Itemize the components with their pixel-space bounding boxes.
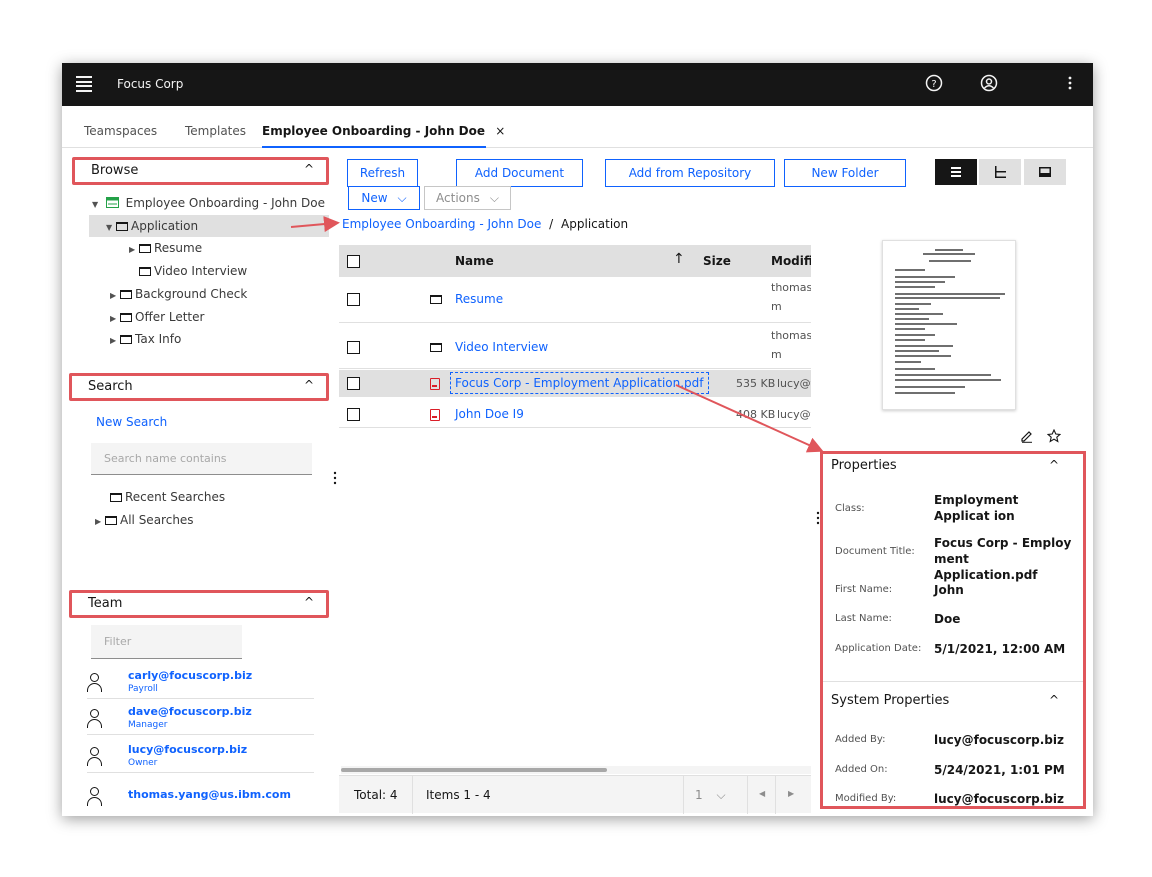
annotation-arrow-breadcrumb — [290, 216, 340, 233]
annotation-arrows — [290, 216, 824, 453]
annotation-arrow-properties — [675, 384, 824, 453]
